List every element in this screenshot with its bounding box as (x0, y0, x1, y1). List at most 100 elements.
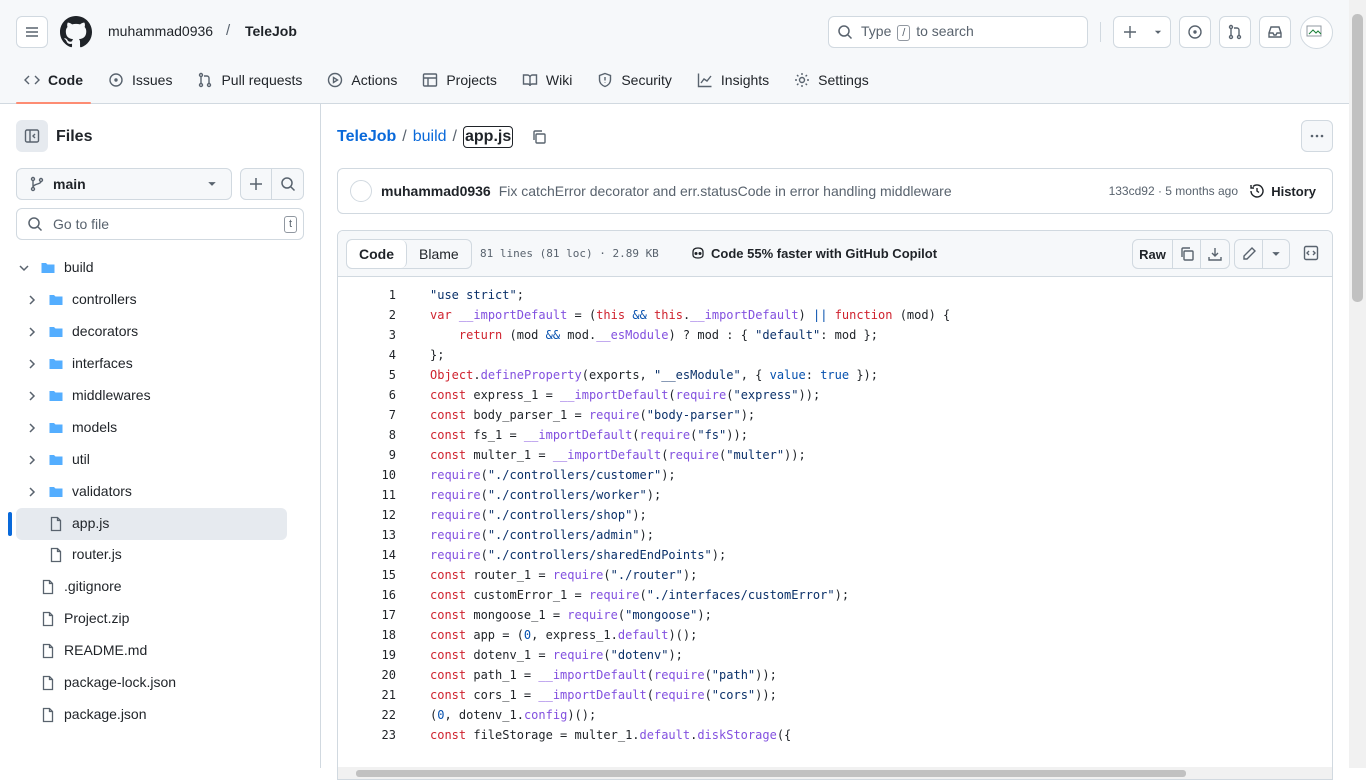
tree-folder[interactable]: interfaces (0, 348, 320, 380)
line-number[interactable]: 7 (338, 405, 396, 425)
search-files-button[interactable] (272, 169, 303, 199)
file-meta-info: 81 lines (81 loc) · 2.89 KB (480, 247, 659, 260)
tree-file[interactable]: .gitignore (0, 571, 320, 603)
breadcrumb-dir-link[interactable]: build (413, 128, 447, 146)
tree-folder[interactable]: decorators (0, 316, 320, 348)
create-new-button[interactable] (1113, 16, 1171, 48)
tab-projects[interactable]: Projects (414, 64, 505, 96)
raw-button[interactable]: Raw (1133, 240, 1173, 268)
chevron-right-icon[interactable] (24, 420, 40, 436)
line-number[interactable]: 10 (338, 465, 396, 485)
pull-requests-button[interactable] (1219, 16, 1251, 48)
line-number[interactable]: 6 (338, 385, 396, 405)
horizontal-scrollbar-thumb[interactable] (356, 770, 1186, 777)
line-number[interactable]: 20 (338, 665, 396, 685)
line-number[interactable]: 1 (338, 285, 396, 305)
tree-file[interactable]: package.json (0, 699, 320, 731)
commit-author-link[interactable]: muhammad0936 (381, 183, 491, 199)
commit-message-link[interactable]: Fix catchError decorator and err.statusC… (499, 183, 952, 199)
page-scrollbar-thumb[interactable] (1352, 14, 1363, 302)
tree-file[interactable]: Project.zip (0, 603, 320, 635)
breadcrumb-repo-link[interactable]: TeleJob (337, 128, 396, 146)
go-to-file-input[interactable]: Go to file t (16, 208, 304, 240)
line-number[interactable]: 23 (338, 725, 396, 745)
file-icon (42, 643, 54, 659)
line-number[interactable]: 21 (338, 685, 396, 705)
tree-file[interactable]: app.js (0, 508, 320, 540)
tab-security[interactable]: Security (589, 64, 680, 96)
tree-folder[interactable]: middlewares (0, 380, 320, 412)
line-number[interactable]: 5 (338, 365, 396, 385)
tree-folder[interactable]: controllers (0, 284, 320, 316)
commit-sha-time[interactable]: 133cd92 · 5 months ago (1109, 184, 1238, 198)
branch-selector[interactable]: main (16, 168, 232, 200)
symbols-panel-button[interactable] (1296, 239, 1326, 267)
file-icon (42, 579, 54, 595)
blame-tab-button[interactable]: Blame (407, 240, 471, 268)
tab-code[interactable]: Code (16, 64, 91, 104)
chevron-right-icon[interactable] (24, 356, 40, 372)
code-line: return (mod && mod.__esModule) ? mod : {… (458, 328, 878, 342)
tree-file[interactable]: package-lock.json (0, 667, 320, 699)
tree-folder[interactable]: build (0, 252, 320, 284)
more-options-button[interactable] (1301, 120, 1333, 152)
copy-raw-button[interactable] (1173, 240, 1201, 268)
tab-pull-requests[interactable]: Pull requests (189, 64, 310, 96)
horizontal-scrollbar[interactable] (338, 767, 1332, 779)
tab-actions[interactable]: Actions (319, 64, 405, 96)
copy-path-icon[interactable] (531, 129, 547, 145)
inbox-button[interactable] (1259, 16, 1291, 48)
tree-file[interactable]: README.md (0, 635, 320, 667)
line-number[interactable]: 14 (338, 545, 396, 565)
edit-options-dropdown[interactable] (1263, 240, 1289, 268)
add-file-button[interactable] (241, 169, 273, 199)
line-number[interactable]: 9 (338, 445, 396, 465)
chevron-right-icon[interactable] (24, 388, 40, 404)
chevron-right-icon[interactable] (24, 324, 40, 340)
line-number[interactable]: 22 (338, 705, 396, 725)
search-icon (280, 177, 295, 192)
repo-name-link[interactable]: TeleJob (245, 23, 297, 39)
commit-author-avatar[interactable] (350, 180, 372, 202)
line-number[interactable]: 4 (338, 345, 396, 365)
download-button[interactable] (1201, 240, 1229, 268)
line-number[interactable]: 2 (338, 305, 396, 325)
collapse-sidebar-button[interactable] (16, 120, 48, 152)
line-number[interactable]: 17 (338, 605, 396, 625)
tree-folder[interactable]: models (0, 412, 320, 444)
tab-settings[interactable]: Settings (786, 64, 877, 96)
tab-issues[interactable]: Issues (100, 64, 180, 96)
line-number[interactable]: 18 (338, 625, 396, 645)
issues-button[interactable] (1179, 16, 1211, 48)
chevron-right-icon[interactable] (24, 452, 40, 468)
chevron-right-icon[interactable] (24, 484, 40, 500)
line-number[interactable]: 3 (338, 325, 396, 345)
line-number[interactable]: 19 (338, 645, 396, 665)
chevron-down-icon[interactable] (16, 260, 32, 276)
chevron-right-icon[interactable] (24, 292, 40, 308)
menu-button[interactable] (16, 16, 48, 48)
line-number[interactable]: 11 (338, 485, 396, 505)
repo-owner-link[interactable]: muhammad0936 (108, 23, 213, 39)
tree-item-label: build (64, 259, 94, 275)
copilot-promo-link[interactable]: Code 55% faster with GitHub Copilot (690, 245, 937, 261)
tab-insights[interactable]: Insights (689, 64, 777, 96)
tree-folder[interactable]: util (0, 444, 320, 476)
code-lines[interactable]: 1 "use strict"; 2 var __importDefault = (th… (338, 277, 1332, 761)
tab-label: Projects (446, 72, 497, 88)
line-number[interactable]: 8 (338, 425, 396, 445)
tree-folder[interactable]: validators (0, 476, 320, 508)
tab-wiki[interactable]: Wiki (514, 64, 580, 96)
tree-file[interactable]: router.js (0, 539, 320, 571)
line-number[interactable]: 13 (338, 525, 396, 545)
history-button[interactable]: History (1249, 183, 1316, 199)
line-number[interactable]: 12 (338, 505, 396, 525)
line-number[interactable]: 15 (338, 565, 396, 585)
user-avatar[interactable] (1300, 16, 1333, 49)
page-scrollbar[interactable] (1349, 0, 1366, 768)
github-logo-icon[interactable] (60, 16, 92, 48)
edit-file-button[interactable] (1235, 240, 1263, 268)
search-input[interactable]: Type / to search (828, 16, 1088, 48)
code-tab-button[interactable]: Code (347, 240, 407, 268)
line-number[interactable]: 16 (338, 585, 396, 605)
